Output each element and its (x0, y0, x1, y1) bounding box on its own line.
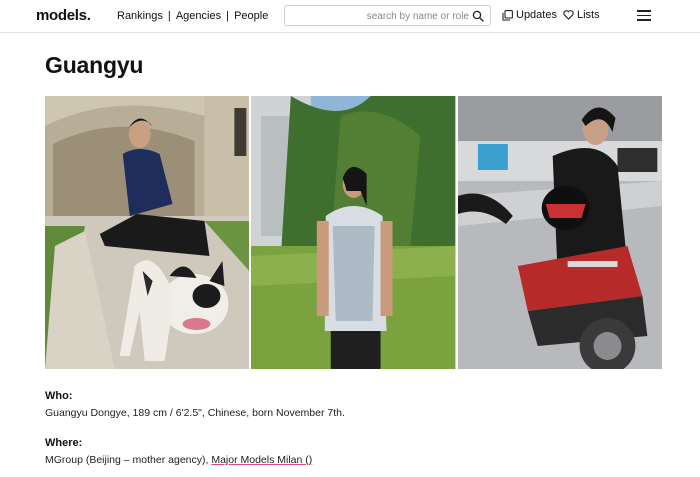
page-title: Guangyu (45, 52, 144, 78)
where-text: MGroup (Beijing – mother agency), Major … (45, 454, 312, 466)
search-input[interactable] (291, 8, 469, 24)
nav-people[interactable]: People (234, 10, 268, 22)
search-icon[interactable] (472, 10, 484, 22)
heart-icon (563, 10, 574, 20)
where-label: Where: (45, 437, 83, 449)
nav-separator: | (223, 10, 233, 22)
site-logo[interactable]: models. (36, 7, 91, 24)
agency-link-major-models-milan[interactable]: Major Models Milan () (211, 454, 312, 466)
lists-link[interactable]: Lists (563, 9, 600, 21)
gallery-photo-2[interactable] (251, 96, 456, 369)
who-label: Who: (45, 390, 73, 402)
updates-icon (502, 9, 513, 21)
photo-gallery (45, 96, 662, 369)
updates-link[interactable]: Updates (502, 9, 557, 21)
search-box (284, 5, 491, 26)
gallery-photo-1[interactable] (45, 96, 250, 369)
lists-label: Lists (577, 9, 600, 21)
nav-separator: | (164, 10, 174, 22)
top-header: models. Rankings | Agencies | People Upd… (0, 0, 700, 33)
nav-rankings[interactable]: Rankings (117, 10, 163, 22)
who-text: Guangyu Dongye, 189 cm / 6'2.5", Chinese… (45, 407, 345, 419)
hamburger-menu-icon[interactable] (637, 10, 651, 21)
mother-agency-text: MGroup (Beijing – mother agency), (45, 454, 212, 466)
nav-agencies[interactable]: Agencies (176, 10, 221, 22)
main-nav: Rankings | Agencies | People (117, 10, 268, 22)
gallery-photo-3[interactable] (457, 96, 662, 369)
updates-label: Updates (516, 9, 557, 21)
